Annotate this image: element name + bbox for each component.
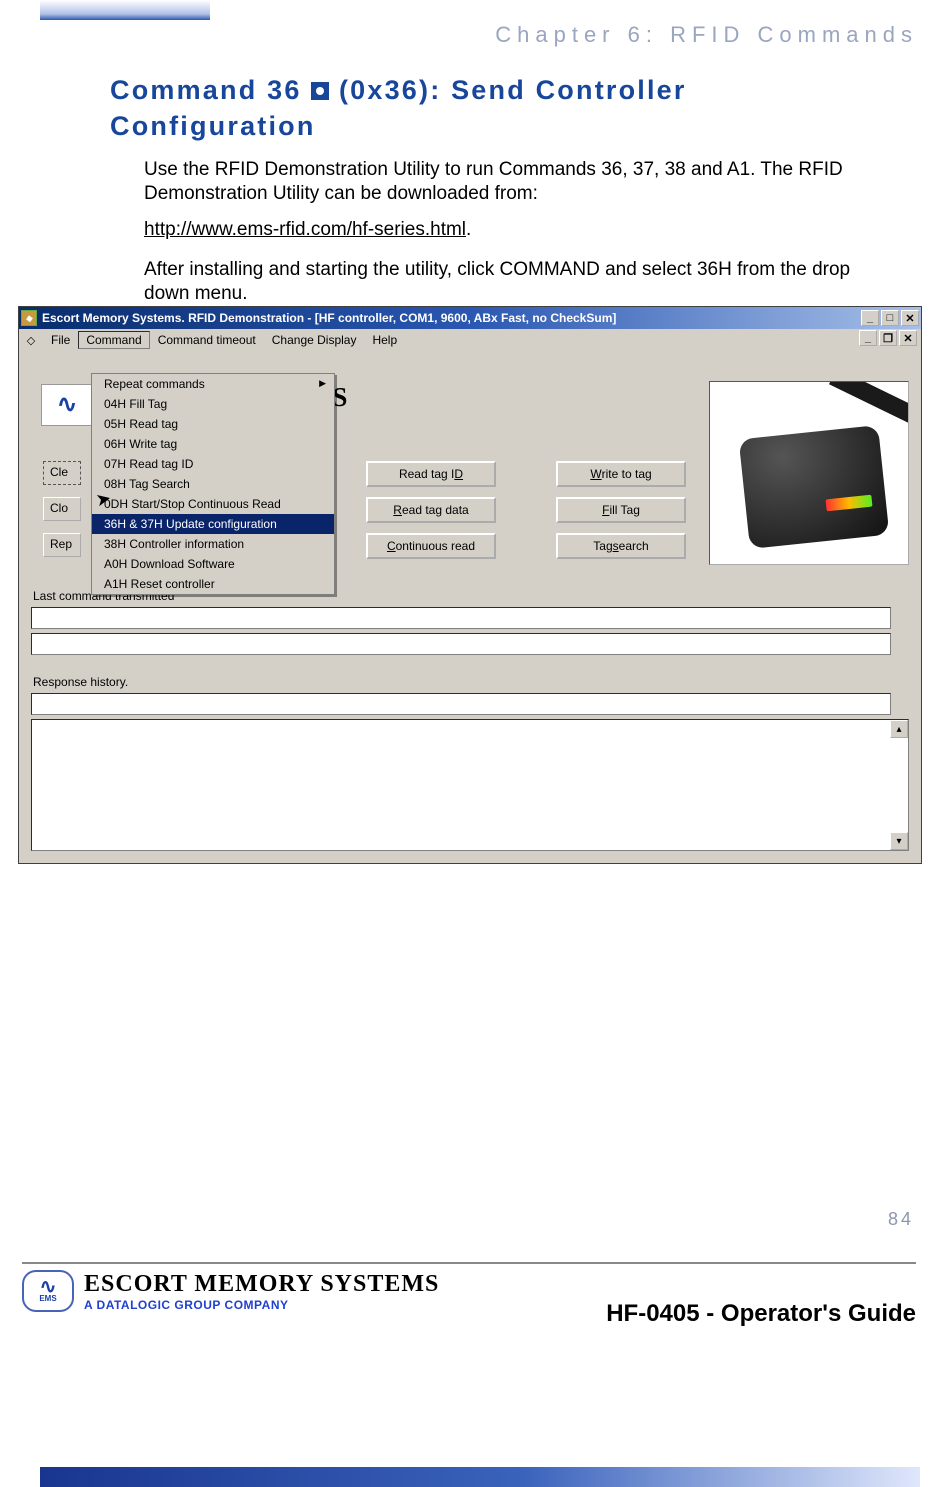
scroll-down-button[interactable]: ▾ (890, 832, 908, 850)
app-system-icon[interactable]: ◆ (21, 310, 37, 326)
dd-07h-read-tag-id[interactable]: 07H Read tag ID (92, 454, 334, 474)
footer-doc-title: HF-0405 - Operator's Guide (606, 1300, 916, 1328)
footer-logo-icon: ∿ EMS (22, 1270, 74, 1312)
section-title: Command 36 (0x36): Send Controller Confi… (110, 72, 870, 145)
menu-command[interactable]: Command (78, 331, 149, 349)
download-link[interactable]: http://www.ems-rfid.com/hf-series.html (144, 219, 466, 240)
mdi-child-icon[interactable]: ◇ (23, 332, 39, 348)
submenu-arrow-icon: ▶ (319, 378, 326, 389)
footer-gradient-bar (40, 1467, 920, 1487)
menu-change-display[interactable]: Change Display (264, 331, 365, 349)
mdi-restore-button[interactable]: ❐ (879, 330, 897, 346)
mdi-frame: ◇ File Command Command timeout Change Di… (21, 329, 919, 861)
menubar: ◇ File Command Command timeout Change Di… (21, 329, 919, 351)
titlebar-text: Escort Memory Systems. RFID Demonstratio… (42, 311, 861, 325)
dd-04h-fill-tag[interactable]: 04H Fill Tag (92, 394, 334, 414)
page-number: 84 (888, 1209, 914, 1230)
footer-logo-subtext: A DATALOGIC GROUP COMPANY (84, 1298, 439, 1312)
truncated-button-rep[interactable]: Rep (43, 533, 81, 557)
menu-command-timeout[interactable]: Command timeout (150, 331, 264, 349)
app-window: ◆ Escort Memory Systems. RFID Demonstrat… (18, 306, 922, 864)
response-history-label: Response history. (33, 675, 128, 689)
write-to-tag-button[interactable]: Write to tag (556, 461, 686, 487)
titlebar[interactable]: ◆ Escort Memory Systems. RFID Demonstrat… (19, 307, 921, 329)
link-period: . (466, 219, 471, 240)
scroll-up-button[interactable]: ▴ (890, 720, 908, 738)
continuous-read-button[interactable]: Continuous read (366, 533, 496, 559)
dd-38h-controller-info[interactable]: 38H Controller information (92, 534, 334, 554)
response-history-textarea[interactable]: ▴ ▾ (31, 719, 909, 851)
menu-file[interactable]: File (43, 331, 78, 349)
footer-rule (22, 1262, 916, 1264)
chapter-header: Chapter 6: RFID Commands (495, 22, 918, 48)
close-button[interactable]: ✕ (901, 310, 919, 326)
dd-0dh-continuous-read[interactable]: 0DH Start/Stop Continuous Read (92, 494, 334, 514)
header-gradient-bar (40, 0, 210, 20)
dd-05h-read-tag[interactable]: 05H Read tag (92, 414, 334, 434)
fill-tag-button[interactable]: Fill Tag (556, 497, 686, 523)
truncated-button-clo[interactable]: Clo (43, 497, 81, 521)
device-image (709, 381, 909, 565)
footer-logo-block: ∿ EMS ESCORT MEMORY SYSTEMS A DATALOGIC … (22, 1270, 439, 1312)
dd-repeat-commands[interactable]: Repeat commands▶ (92, 374, 334, 394)
maximize-button[interactable]: □ (881, 310, 899, 326)
footer-logo-text: ESCORT MEMORY SYSTEMS (84, 1271, 439, 1298)
paragraph-2: After installing and starting the utilit… (144, 258, 864, 307)
command-dropdown: Repeat commands▶ 04H Fill Tag 05H Read t… (91, 373, 335, 595)
download-link-line: http://www.ems-rfid.com/hf-series.html. (144, 218, 864, 242)
square-bullet-icon (311, 82, 329, 100)
minimize-button[interactable]: _ (861, 310, 879, 326)
tag-search-button[interactable]: Tag search (556, 533, 686, 559)
dd-a1h-reset-controller[interactable]: A1H Reset controller (92, 574, 334, 594)
last-command-field-1[interactable] (31, 607, 891, 629)
response-history-field[interactable] (31, 693, 891, 715)
dd-06h-write-tag[interactable]: 06H Write tag (92, 434, 334, 454)
read-tag-id-button[interactable]: Read tag ID (366, 461, 496, 487)
read-tag-data-button[interactable]: Read tag data (366, 497, 496, 523)
dd-08h-tag-search[interactable]: 08H Tag Search (92, 474, 334, 494)
paragraph-1: Use the RFID Demonstration Utility to ru… (144, 158, 864, 207)
device-body (739, 425, 890, 549)
dd-36h-37h-update-config[interactable]: 36H & 37H Update configuration (92, 514, 334, 534)
mdi-minimize-button[interactable]: _ (859, 330, 877, 346)
title-part1: Command 36 (110, 75, 311, 105)
menu-help[interactable]: Help (364, 331, 405, 349)
last-command-field-2[interactable] (31, 633, 891, 655)
mdi-close-button[interactable]: ✕ (899, 330, 917, 346)
logo-wave-icon: ∿ (41, 384, 93, 426)
truncated-button-cle[interactable]: Cle (43, 461, 81, 485)
dd-a0h-download-software[interactable]: A0H Download Software (92, 554, 334, 574)
